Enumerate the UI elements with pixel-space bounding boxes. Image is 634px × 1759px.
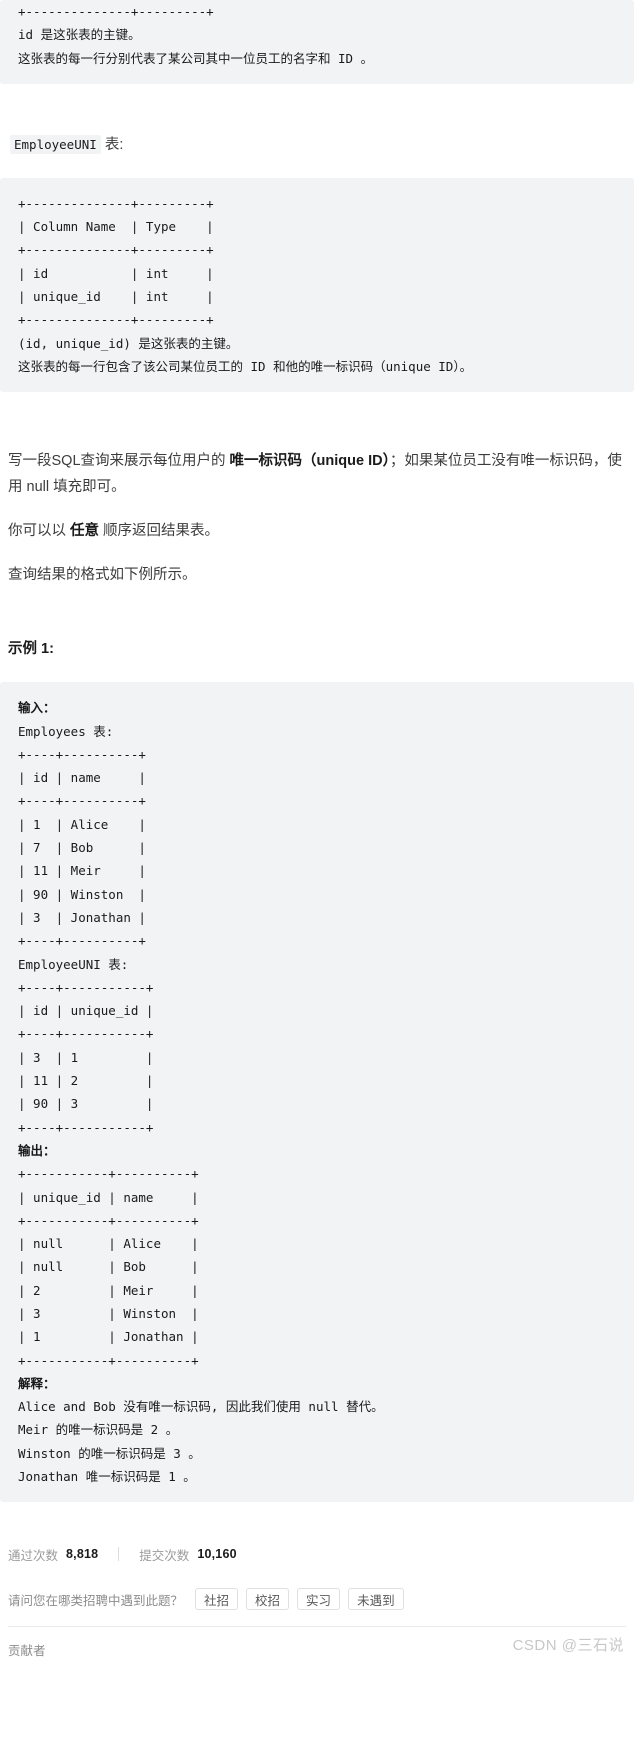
example-employees-table: Employees 表: +----+----------+ | id | na… [18,723,146,949]
employeeuni-label-suffix: 表: [104,136,124,153]
submit-count-value: 10,160 [197,1547,237,1562]
example-employeeuni-table: EmployeeUNI 表: +----+-----------+ | id |… [18,956,154,1135]
prompt-paragraph-3: 查询结果的格式如下例所示。 [8,567,197,584]
example-heading: 示例 1: [8,641,54,658]
example-input-label: 输入： [18,700,56,716]
example-codeblock: 输入： Employees 表: +----+----------+ | id … [0,682,634,1503]
submit-count-label: 提交次数 [139,1548,190,1563]
pass-count-label: 通过次数 [8,1548,59,1563]
employeeuni-schema-codeblock: +--------------+---------+ | Column Name… [0,177,634,393]
example-explain-label: 解释： [18,1375,56,1391]
recruitment-tag-xiaozhao[interactable]: 校招 [246,1588,290,1611]
prompt-p1-part-a: 写一段SQL查询来展示每位用户的 [8,453,230,470]
pass-count-value: 8,818 [66,1547,99,1562]
prompt-p2-bold: 任意 [70,523,100,540]
prompt-p2-part-b: 顺序返回结果表。 [99,523,220,540]
stats-divider [118,1547,120,1562]
example-explain-body: Alice and Bob 没有唯一标识码, 因此我们使用 null 替代。 M… [18,1399,384,1485]
prompt-p2-part-a: 你可以以 [8,523,71,540]
recruitment-tag-shixi[interactable]: 实习 [297,1588,341,1611]
recruitment-poll-row: 请问您在哪类招聘中遇到此题？ 社招 校招 实习 未遇到 [0,1586,634,1612]
csdn-watermark: CSDN @三石说 [512,1637,624,1655]
recruitment-tag-weiyudao[interactable]: 未遇到 [348,1588,404,1611]
prompt-p1-bold: 唯一标识码（unique ID） [229,453,390,470]
example-output-table: +-----------+----------+ | unique_id | n… [18,1166,199,1368]
recruitment-question-label: 请问您在哪类招聘中遇到此题？ [8,1593,184,1608]
stats-row: 通过次数 8,818 提交次数 10,160 [0,1544,634,1564]
prompt-paragraph-1: 写一段SQL查询来展示每位用户的 唯一标识码（unique ID）；如果某位员工… [0,448,634,500]
employeeuni-table-label: EmployeeUNI 表: [0,134,634,156]
problem-page: +--------------+---------+ id 是这张表的主键。 这… [0,0,634,1661]
contributor-label: 贡献者 [8,1643,46,1658]
prompt-paragraph-2: 你可以以 任意 顺序返回结果表。 [0,518,634,544]
employeeuni-inline-code: EmployeeUNI [10,134,101,154]
recruitment-tag-shezhao[interactable]: 社招 [195,1588,239,1611]
example-output-label: 输出： [18,1142,56,1158]
employees-schema-codeblock: +--------------+---------+ id 是这张表的主键。 这… [0,0,634,84]
